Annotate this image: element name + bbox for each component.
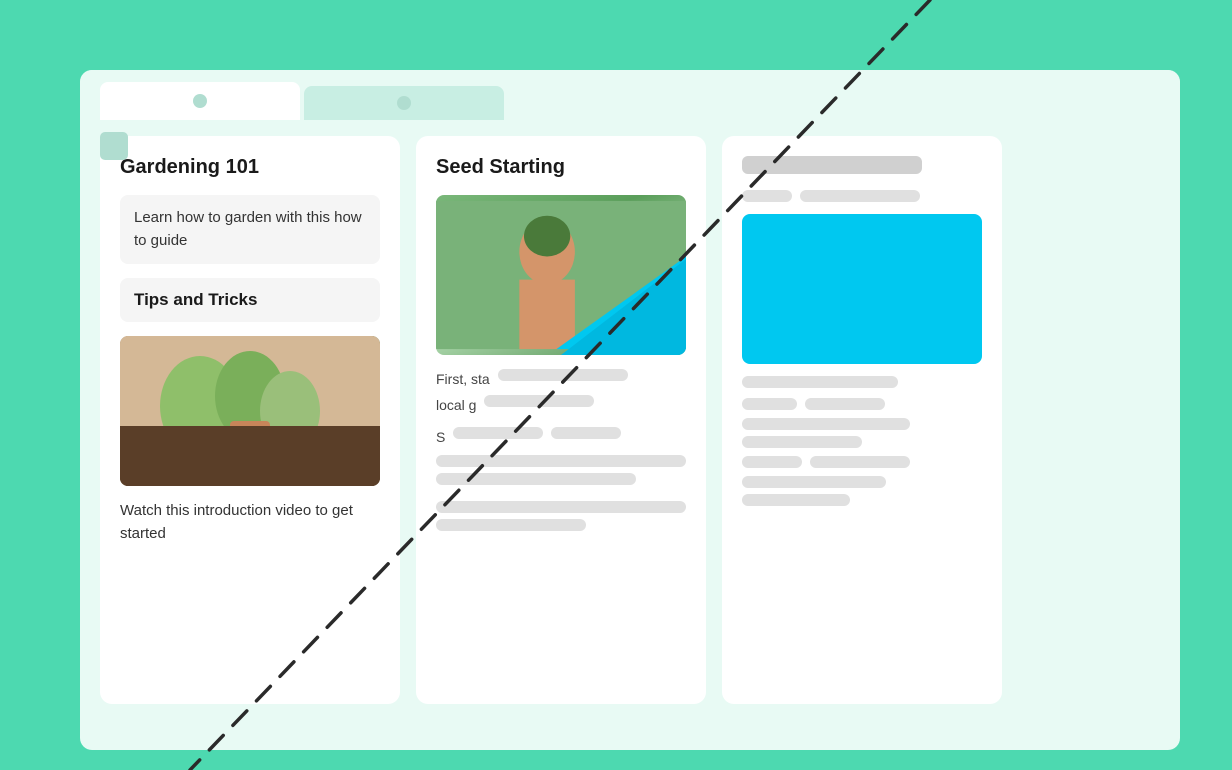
placeholder-line-2 — [484, 395, 594, 407]
ph-65-1 — [742, 376, 898, 388]
placeholder-line-4 — [551, 427, 621, 439]
placeholder-group-2 — [436, 501, 686, 531]
ph-45-1 — [742, 494, 850, 506]
ph-line-full-2 — [436, 501, 686, 513]
placeholder-line-1 — [498, 369, 628, 381]
card2-text-partial-2: local g — [436, 397, 476, 413]
nav-square-icon — [100, 132, 128, 160]
ph-group-line1 — [742, 190, 982, 202]
tab-active[interactable] — [100, 82, 300, 120]
greenhouse-photo — [436, 195, 686, 355]
third-title-placeholder — [742, 156, 922, 174]
card2-text-block: First, sta local g S — [436, 369, 686, 447]
browser-window: Gardening 101 Learn how to garden with t… — [80, 70, 1180, 750]
card1-description: Learn how to garden with this how to gui… — [134, 209, 362, 249]
ph-60-1 — [742, 476, 886, 488]
card-third — [722, 136, 1002, 704]
tab-bar — [80, 70, 1180, 120]
placeholder-line-3 — [453, 427, 543, 439]
card2-title: Seed Starting — [436, 156, 686, 179]
card-gardening-101: Gardening 101 Learn how to garden with t… — [100, 136, 400, 704]
card2-text-partial-1: First, sta — [436, 371, 490, 387]
tab-inactive[interactable] — [304, 86, 504, 120]
ph-xs-1 — [742, 398, 797, 410]
gardening-svg — [120, 336, 380, 486]
ph-group-3 — [742, 456, 982, 468]
card1-title: Gardening 101 — [120, 156, 380, 179]
tab-circle-2 — [397, 96, 411, 110]
ph-50-1 — [742, 436, 862, 448]
card-seed-starting: Seed Starting — [416, 136, 706, 704]
ph-line-full-1 — [436, 455, 686, 467]
gardening-photo — [120, 336, 380, 486]
ph-sm-1 — [742, 190, 792, 202]
ph-group-2 — [742, 398, 982, 410]
ph-section-2 — [742, 418, 982, 448]
ph-line-med-1 — [436, 473, 636, 485]
placeholder-group-1 — [436, 455, 686, 485]
ph-xs-2 — [742, 456, 802, 468]
cyan-content-block — [742, 214, 982, 364]
card1-image — [120, 336, 380, 486]
ph-lg-1 — [800, 190, 920, 202]
ph-line-short-1 — [436, 519, 586, 531]
ph-section-3 — [742, 476, 982, 506]
card2-image — [436, 195, 686, 355]
greenhouse-svg — [436, 195, 686, 355]
content-area: Gardening 101 Learn how to garden with t… — [80, 120, 1180, 720]
card1-subtitle: Tips and Tricks — [134, 290, 257, 309]
card1-description-block: Learn how to garden with this how to gui… — [120, 195, 380, 264]
card2-text-partial-3: S — [436, 429, 445, 445]
card1-caption: Watch this introduction video to get sta… — [120, 502, 353, 542]
ph-section-1 — [742, 376, 982, 388]
card1-subtitle-block: Tips and Tricks — [120, 278, 380, 322]
ph-70-1 — [742, 418, 910, 430]
ph-md-1 — [805, 398, 885, 410]
ph-md-2 — [810, 456, 910, 468]
tab-circle-1 — [193, 94, 207, 108]
